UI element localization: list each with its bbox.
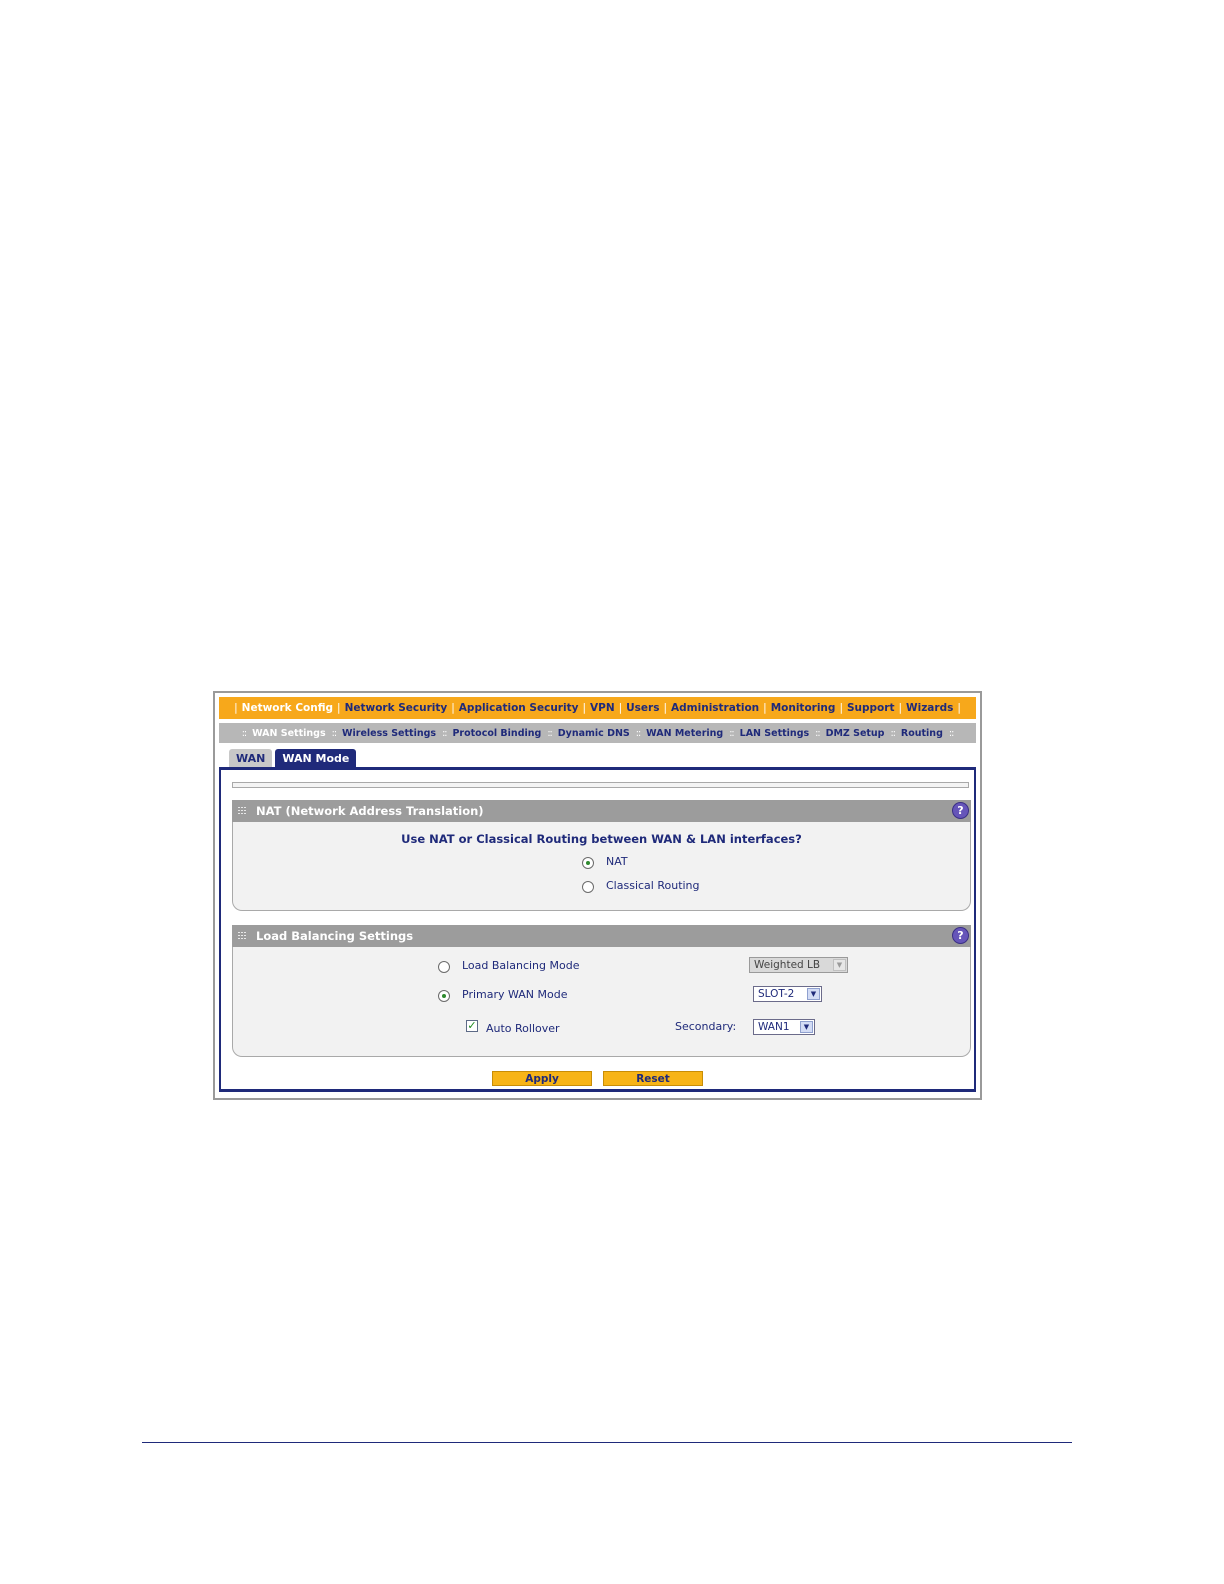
- menu-separator: |: [839, 702, 843, 714]
- sub-menu: :: WAN Settings:: Wireless Settings:: Proto…: [219, 723, 976, 743]
- tab-bar: WAN WAN Mode: [229, 749, 357, 767]
- menu-item-support[interactable]: Support: [847, 702, 894, 714]
- primary-wan-select[interactable]: SLOT-2 ▼: [753, 986, 822, 1002]
- content-frame: NAT (Network Address Translation) ? Use …: [219, 767, 976, 1092]
- grip-icon: [238, 806, 247, 816]
- nat-section-title: NAT (Network Address Translation): [256, 804, 484, 818]
- submenu-separator: ::: [331, 727, 338, 739]
- submenu-item-dmz-setup[interactable]: DMZ Setup: [826, 728, 885, 739]
- classical-routing-radio[interactable]: [582, 881, 594, 893]
- lb-section-title: Load Balancing Settings: [256, 929, 414, 943]
- menu-item-network-config[interactable]: Network Config: [242, 702, 333, 714]
- submenu-item-wan-settings[interactable]: WAN Settings: [252, 728, 326, 739]
- secondary-label: Secondary:: [675, 1020, 737, 1033]
- menu-separator: |: [618, 702, 623, 714]
- submenu-separator: ::: [890, 727, 897, 739]
- lb-section-body: Load Balancing Mode Weighted LB ▼ Primar…: [232, 947, 971, 1057]
- main-menu: | Network Config | Network Security | Applica…: [219, 697, 976, 719]
- chevron-down-icon: ▼: [833, 959, 846, 971]
- submenu-separator: ::: [729, 727, 735, 739]
- menu-separator: |: [337, 702, 341, 714]
- menu-item-monitoring[interactable]: Monitoring: [771, 702, 836, 714]
- nat-radio-label: NAT: [606, 855, 628, 868]
- primary-wan-mode-label: Primary WAN Mode: [462, 988, 568, 1001]
- nat-section-body: Use NAT or Classical Routing between WAN…: [232, 822, 971, 911]
- menu-separator: |: [663, 702, 668, 714]
- auto-rollover-label: Auto Rollover: [486, 1022, 560, 1035]
- help-icon[interactable]: ?: [952, 927, 969, 944]
- menu-item-application-security[interactable]: Application Security: [459, 702, 579, 714]
- nat-question: Use NAT or Classical Routing between WAN…: [401, 832, 802, 846]
- submenu-separator: ::: [948, 727, 955, 739]
- menu-separator: |: [451, 702, 455, 714]
- submenu-separator: ::: [635, 727, 642, 739]
- message-bar: [232, 782, 969, 788]
- chevron-down-icon: ▼: [800, 1021, 813, 1033]
- secondary-wan-value: WAN1: [758, 1021, 790, 1033]
- submenu-separator: ::: [241, 727, 248, 739]
- submenu-item-protocol-binding[interactable]: Protocol Binding: [452, 728, 541, 739]
- menu-separator: |: [763, 702, 767, 714]
- grip-icon: [238, 931, 247, 941]
- submenu-item-wireless-settings[interactable]: Wireless Settings: [342, 728, 436, 739]
- submenu-item-lan-settings[interactable]: LAN Settings: [740, 728, 810, 739]
- lb-section-header: Load Balancing Settings ?: [232, 925, 971, 947]
- secondary-wan-select[interactable]: WAN1 ▼: [753, 1019, 815, 1035]
- submenu-separator: ::: [547, 727, 553, 739]
- load-balancing-mode-value: Weighted LB: [754, 959, 821, 971]
- menu-item-wizards[interactable]: Wizards: [906, 702, 953, 714]
- tab-wan[interactable]: WAN: [229, 749, 273, 767]
- menu-item-users[interactable]: Users: [626, 702, 659, 714]
- menu-item-network-security[interactable]: Network Security: [345, 702, 448, 714]
- submenu-item-dynamic-dns[interactable]: Dynamic DNS: [558, 728, 630, 739]
- submenu-separator: ::: [442, 727, 448, 739]
- tab-wan-mode[interactable]: WAN Mode: [275, 749, 357, 767]
- menu-separator: |: [582, 702, 586, 714]
- help-icon[interactable]: ?: [952, 802, 969, 819]
- menu-separator: |: [898, 702, 903, 714]
- load-balancing-mode-select: Weighted LB ▼: [749, 957, 848, 973]
- submenu-item-wan-metering[interactable]: WAN Metering: [646, 728, 723, 739]
- chevron-down-icon: ▼: [807, 988, 820, 1000]
- primary-wan-value: SLOT-2: [758, 988, 795, 1000]
- menu-separator: |: [957, 702, 961, 714]
- screenshot-frame: | Network Config | Network Security | Applica…: [213, 691, 982, 1100]
- nat-section-header: NAT (Network Address Translation) ?: [232, 800, 971, 822]
- apply-button[interactable]: Apply: [492, 1071, 592, 1086]
- submenu-item-routing[interactable]: Routing: [901, 728, 943, 739]
- classical-routing-radio-label: Classical Routing: [606, 879, 700, 892]
- reset-button[interactable]: Reset: [603, 1071, 703, 1086]
- load-balancing-mode-radio[interactable]: [438, 961, 450, 973]
- submenu-separator: ::: [815, 727, 821, 739]
- menu-item-vpn[interactable]: VPN: [590, 702, 615, 714]
- nat-radio[interactable]: [582, 857, 594, 869]
- load-balancing-mode-label: Load Balancing Mode: [462, 959, 580, 972]
- menu-separator: |: [234, 702, 238, 714]
- primary-wan-mode-radio[interactable]: [438, 990, 450, 1002]
- footer-rule: [142, 1442, 1072, 1443]
- auto-rollover-checkbox[interactable]: ✓: [466, 1020, 478, 1032]
- menu-item-administration[interactable]: Administration: [671, 702, 759, 714]
